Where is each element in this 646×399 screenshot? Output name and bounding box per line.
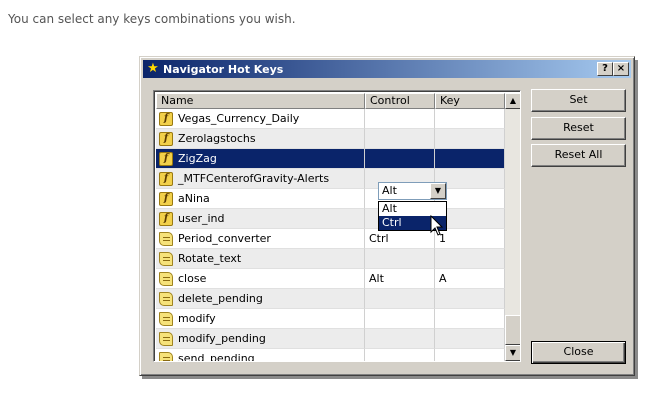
- row-control[interactable]: [365, 109, 435, 129]
- table-row[interactable]: modify: [156, 309, 505, 329]
- row-control[interactable]: [365, 249, 435, 269]
- mouse-cursor-icon: [430, 215, 444, 236]
- row-control[interactable]: [365, 129, 435, 149]
- row-key[interactable]: [435, 289, 505, 309]
- script-icon: [159, 231, 173, 246]
- row-key[interactable]: [435, 129, 505, 149]
- table-row[interactable]: f Vegas_Currency_Daily: [156, 109, 505, 129]
- row-key[interactable]: [435, 309, 505, 329]
- script-icon: [159, 251, 173, 266]
- reset-button[interactable]: Reset: [531, 117, 626, 140]
- script-icon: [159, 351, 173, 361]
- function-icon: f: [159, 191, 173, 206]
- control-combobox[interactable]: Alt ▼: [378, 182, 447, 200]
- row-name: send_pending: [178, 351, 255, 362]
- table-row[interactable]: modify_pending: [156, 329, 505, 349]
- table-row[interactable]: Rotate_text: [156, 249, 505, 269]
- row-key[interactable]: 1: [435, 229, 505, 249]
- close-icon[interactable]: ×: [613, 62, 629, 76]
- table-row[interactable]: send_pending: [156, 349, 505, 362]
- table-row-selected[interactable]: f ZigZag: [156, 149, 505, 169]
- function-icon: f: [159, 111, 173, 126]
- function-icon: f: [159, 211, 173, 226]
- function-icon: f: [159, 131, 173, 146]
- hotkeys-list[interactable]: Name Control Key f Vegas_Currency_Daily f…: [153, 90, 521, 362]
- row-name: delete_pending: [178, 291, 263, 305]
- function-icon: f: [159, 151, 173, 166]
- function-icon: f: [159, 171, 173, 186]
- table-row[interactable]: delete_pending: [156, 289, 505, 309]
- list-header: Name Control Key: [156, 93, 505, 109]
- row-key[interactable]: [435, 329, 505, 349]
- dialog-title: Navigator Hot Keys: [163, 62, 284, 76]
- row-key[interactable]: [435, 249, 505, 269]
- dropdown-option-alt[interactable]: Alt: [379, 202, 446, 216]
- row-control[interactable]: [365, 289, 435, 309]
- row-name: close: [178, 271, 207, 285]
- script-icon: [159, 311, 173, 326]
- row-control[interactable]: [365, 149, 435, 169]
- row-name: Period_converter: [178, 231, 271, 245]
- column-header-control[interactable]: Control: [365, 93, 435, 109]
- row-control[interactable]: Ctrl: [365, 229, 435, 249]
- row-name: Zerolagstochs: [178, 131, 256, 145]
- dialog-titlebar[interactable]: ★ Navigator Hot Keys ? ×: [143, 60, 631, 78]
- script-icon: [159, 271, 173, 286]
- row-name: aNina: [178, 191, 210, 205]
- table-row[interactable]: f _MTFCenterofGravity-Alerts: [156, 169, 505, 189]
- row-name: Rotate_text: [178, 251, 242, 265]
- row-key[interactable]: [435, 349, 505, 361]
- table-row[interactable]: close Alt A: [156, 269, 505, 289]
- table-row[interactable]: f Zerolagstochs: [156, 129, 505, 149]
- row-control[interactable]: [365, 349, 435, 361]
- row-name: user_ind: [178, 211, 225, 225]
- reset-all-button[interactable]: Reset All: [531, 144, 626, 167]
- scroll-thumb[interactable]: [505, 315, 520, 345]
- row-name: modify_pending: [178, 331, 266, 345]
- star-icon: ★: [147, 61, 159, 76]
- row-name: Vegas_Currency_Daily: [178, 111, 300, 125]
- scroll-up-icon[interactable]: ▲: [505, 93, 520, 109]
- intro-text: You can select any keys combinations you…: [8, 12, 296, 26]
- close-button[interactable]: Close: [531, 341, 626, 364]
- set-button[interactable]: Set: [531, 89, 626, 112]
- row-name: _MTFCenterofGravity-Alerts: [178, 171, 330, 185]
- navigator-hotkeys-dialog: ★ Navigator Hot Keys ? × Name Control Ke…: [139, 56, 635, 376]
- row-control[interactable]: [365, 329, 435, 349]
- table-row[interactable]: f aNina: [156, 189, 505, 209]
- column-header-key[interactable]: Key: [435, 93, 505, 109]
- row-control[interactable]: [365, 309, 435, 329]
- row-control[interactable]: Alt: [365, 269, 435, 289]
- column-header-name[interactable]: Name: [156, 93, 365, 109]
- row-key[interactable]: [435, 149, 505, 169]
- script-icon: [159, 331, 173, 346]
- table-row[interactable]: f user_ind: [156, 209, 505, 229]
- help-button[interactable]: ?: [597, 62, 613, 76]
- table-row[interactable]: Period_converter Ctrl 1: [156, 229, 505, 249]
- row-name: ZigZag: [178, 151, 217, 165]
- list-rows: f Vegas_Currency_Daily f Zerolagstochs f Zi…: [156, 109, 505, 362]
- vertical-scrollbar[interactable]: ▲ ▼: [505, 93, 520, 361]
- row-key[interactable]: A: [435, 269, 505, 289]
- script-icon: [159, 291, 173, 306]
- combobox-value: Alt: [382, 184, 397, 197]
- chevron-down-icon[interactable]: ▼: [430, 183, 446, 199]
- scroll-down-icon[interactable]: ▼: [505, 345, 520, 361]
- row-key[interactable]: [435, 109, 505, 129]
- row-name: modify: [178, 311, 216, 325]
